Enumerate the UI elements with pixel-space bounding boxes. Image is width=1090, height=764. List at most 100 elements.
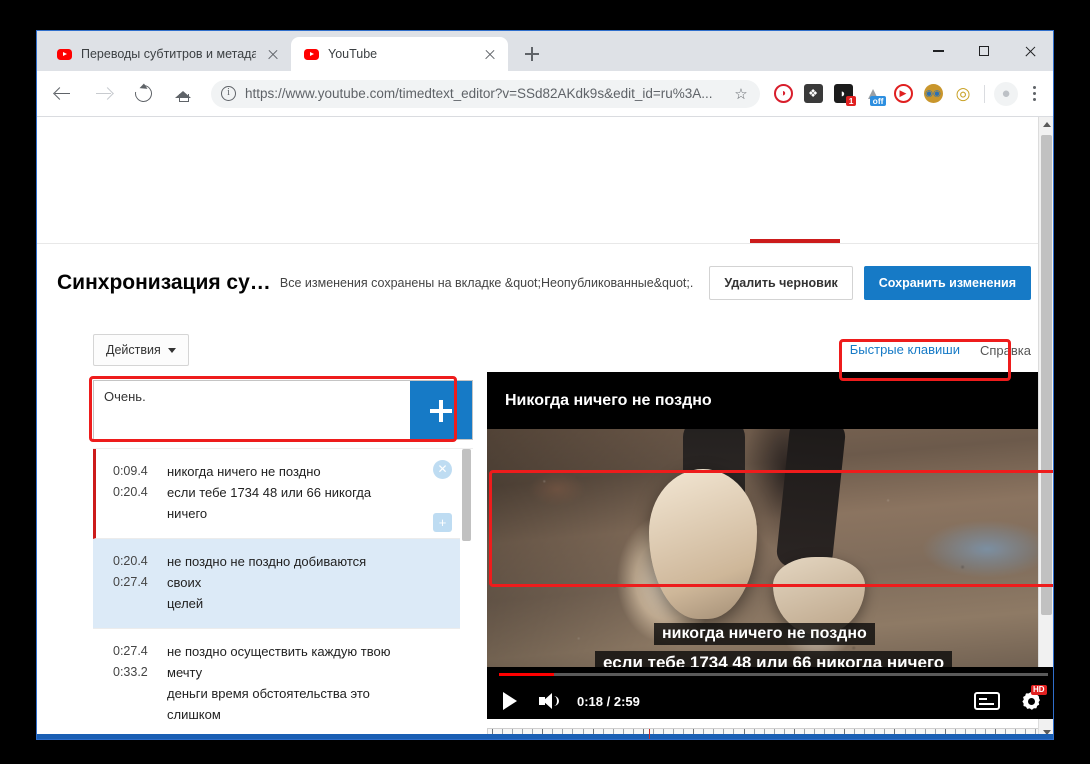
hotkeys-link[interactable]: Быстрые клавиши [850, 342, 960, 357]
video-caption-line-1: никогда ничего не поздно [654, 623, 875, 645]
tab-title: Переводы субтитров и метадан [81, 47, 256, 61]
video-player[interactable]: Никогда ничего не поздно никогда ничего … [487, 372, 1053, 719]
youtube-icon [57, 49, 72, 60]
youtube-icon [304, 49, 319, 60]
page-divider [37, 243, 1053, 244]
home-button[interactable] [167, 78, 199, 110]
caption-times[interactable]: 0:09.40:20.4 [99, 461, 167, 524]
browser-tab-2[interactable]: YouTube [291, 37, 508, 71]
back-button[interactable] [47, 78, 79, 110]
window-bottom-edge [37, 734, 1053, 739]
page-title: Синхронизация су… [57, 271, 280, 295]
caption-text-line: своих [167, 572, 426, 593]
caption-text-line: деньги время обстоятельства это [167, 683, 426, 704]
caption-text[interactable]: никогда ничего не поздноесли тебе 1734 4… [167, 461, 426, 524]
opera-shield-icon[interactable]: ◑ [769, 80, 797, 108]
page-content: Синхронизация су… Все изменения сохранен… [37, 117, 1053, 740]
caption-text[interactable]: не поздно не поздно добиваютсясвоихцелей [167, 551, 426, 614]
actions-row: Действия Быстрые клавиши Справка [37, 325, 1053, 375]
caption-end-time[interactable]: 0:33.2 [113, 662, 167, 683]
caption-times[interactable]: 0:20.40:27.4 [99, 551, 167, 614]
caption-text-line: слишком [167, 704, 426, 722]
kebab-menu-icon[interactable] [1021, 80, 1047, 108]
url-text: https://www.youtube.com/timedtext_editor… [245, 86, 728, 101]
toolbar-divider [984, 85, 985, 103]
caption-text-line: если тебе 1734 48 или 66 никогда [167, 482, 426, 503]
volume-icon[interactable] [539, 692, 561, 710]
page-header: Синхронизация су… Все изменения сохранен… [37, 252, 1053, 314]
tab-strip: Переводы субтитров и метадан YouTube [37, 31, 1053, 71]
adblock-off-icon[interactable]: ▲ off [859, 80, 887, 108]
caption-list[interactable]: 0:09.40:20.4никогда ничего не поздноесли… [93, 448, 473, 722]
player-buttons: 0:18 / 2:59 HD [487, 683, 1053, 719]
avatar[interactable]: ● [992, 80, 1020, 108]
player-right-controls: HD [974, 690, 1048, 712]
window-controls [915, 31, 1053, 71]
video-title: Никогда ничего не поздно [505, 392, 712, 410]
chevron-down-icon [168, 348, 176, 353]
timeline-playhead[interactable] [649, 729, 650, 740]
caption-text-line: ничего [167, 503, 426, 524]
insert-caption-icon[interactable]: + [433, 513, 452, 532]
tab-title: YouTube [328, 47, 473, 61]
address-bar[interactable]: i https://www.youtube.com/timedtext_edit… [211, 80, 760, 108]
screenshot-root: Переводы субтитров и метадан YouTube [0, 0, 1090, 764]
actions-dropdown[interactable]: Действия [93, 334, 189, 366]
close-icon[interactable] [265, 46, 281, 62]
player-column: Никогда ничего не поздно никогда ничего … [487, 372, 1030, 740]
delete-caption-icon[interactable]: ✕ [433, 460, 452, 479]
help-link[interactable]: Справка [980, 343, 1031, 358]
gear-icon[interactable]: HD [1020, 690, 1042, 712]
save-status-text: Все изменения сохранены на вкладке &quot… [280, 276, 709, 290]
caption-start-time[interactable]: 0:09.4 [113, 461, 167, 482]
help-links: Быстрые клавиши Справка [838, 335, 1031, 365]
caption-end-time[interactable]: 0:27.4 [113, 572, 167, 593]
caption-row[interactable]: 0:20.40:27.4не поздно не поздно добивают… [93, 539, 460, 629]
close-icon[interactable] [482, 46, 498, 62]
caption-end-time[interactable]: 0:20.4 [113, 482, 167, 503]
caption-rows: 0:09.40:20.4никогда ничего не поздноесли… [93, 449, 460, 722]
bookmark-icon[interactable]: ☆ [731, 85, 751, 103]
gold-ring-icon[interactable]: ◎ [949, 80, 977, 108]
play-icon[interactable] [503, 692, 517, 710]
new-caption-input[interactable]: Очень. [94, 381, 410, 439]
notes-icon[interactable]: ◗ 1 [829, 80, 857, 108]
scrollbar-thumb[interactable] [462, 449, 471, 541]
scroll-up-button[interactable] [1039, 117, 1053, 132]
add-caption-button[interactable] [410, 381, 472, 439]
delete-draft-button[interactable]: Удалить черновик [709, 266, 852, 300]
browser-tab-1[interactable]: Переводы субтитров и метадан [44, 37, 291, 71]
caption-editor-column: Очень. 0:09.40:20.4никогда ничего не поз… [93, 372, 473, 740]
caption-times[interactable]: 0:27.40:33.2 [99, 641, 167, 722]
page-scrollbar-thumb[interactable] [1041, 135, 1052, 615]
progress-bar-played [499, 673, 554, 676]
caption-start-time[interactable]: 0:20.4 [113, 551, 167, 572]
maximize-button[interactable] [961, 31, 1007, 71]
reload-button[interactable] [127, 78, 159, 110]
caption-list-scrollbar[interactable] [461, 449, 473, 722]
caption-row[interactable]: 0:27.40:33.2не поздно осуществить каждую… [93, 629, 460, 722]
close-window-button[interactable] [1007, 31, 1053, 71]
adblock-off-badge: off [870, 96, 886, 106]
puzzle-dark-icon[interactable]: ❖ [799, 80, 827, 108]
site-info-icon[interactable]: i [221, 86, 236, 101]
hotkeys-link-wrapper[interactable]: Быстрые клавиши [838, 335, 972, 365]
caption-text[interactable]: не поздно осуществить каждую твоюмечтуде… [167, 641, 426, 722]
video-downloader-icon[interactable]: ▶ [889, 80, 917, 108]
editor-main: Очень. 0:09.40:20.4никогда ничего не поз… [37, 372, 1038, 740]
caption-text-line: не поздно осуществить каждую твою [167, 641, 426, 662]
caption-start-time[interactable]: 0:27.4 [113, 641, 167, 662]
save-changes-button[interactable]: Сохранить изменения [864, 266, 1031, 300]
page-scrollbar[interactable] [1038, 117, 1053, 740]
new-tab-button[interactable] [518, 40, 546, 68]
subtitles-icon[interactable] [974, 692, 1000, 710]
caption-text-line: не поздно не поздно добиваются [167, 551, 426, 572]
forward-button[interactable] [87, 78, 119, 110]
extension-icons: ◑ ❖ ◗ 1 ▲ off ▶ ◉◉ [768, 80, 1047, 108]
owl-icon[interactable]: ◉◉ [919, 80, 947, 108]
caption-row[interactable]: 0:09.40:20.4никогда ничего не поздноесли… [93, 449, 460, 539]
progress-bar[interactable] [499, 673, 1048, 676]
browser-window: Переводы субтитров и метадан YouTube [36, 30, 1054, 740]
minimize-button[interactable] [915, 31, 961, 71]
notes-badge: 1 [846, 96, 856, 106]
